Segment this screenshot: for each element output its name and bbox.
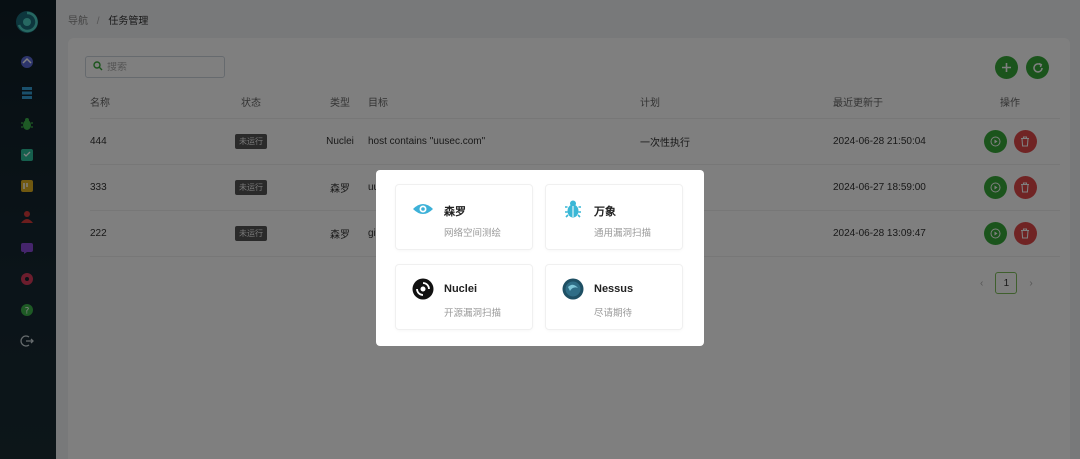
scanner-desc: 尽请期待: [594, 308, 633, 319]
nessus-logo-icon: [562, 278, 584, 300]
scanner-name: 森罗: [444, 206, 466, 218]
scanner-name: Nuclei: [444, 283, 478, 295]
scanner-tile-wanxiang[interactable]: 万象 通用漏洞扫描: [545, 184, 683, 250]
scanner-desc: 开源漏洞扫描: [444, 308, 502, 319]
scanner-tile-senluo[interactable]: 森罗 网络空间测绘: [395, 184, 533, 250]
bug-icon: [562, 198, 584, 220]
nuclei-logo-icon: [412, 278, 434, 300]
scanner-select-modal: 森罗 网络空间测绘 万象 通用漏洞扫描 Nuclei 开源漏洞扫描 Nessus…: [376, 170, 704, 346]
scanner-name: 万象: [594, 206, 616, 218]
scanner-tile-nessus[interactable]: Nessus 尽请期待: [545, 264, 683, 330]
scanner-name: Nessus: [594, 283, 634, 295]
scanner-desc: 网络空间测绘: [444, 228, 502, 239]
scanner-tile-nuclei[interactable]: Nuclei 开源漏洞扫描: [395, 264, 533, 330]
eye-icon: [412, 198, 434, 220]
scanner-desc: 通用漏洞扫描: [594, 228, 652, 239]
